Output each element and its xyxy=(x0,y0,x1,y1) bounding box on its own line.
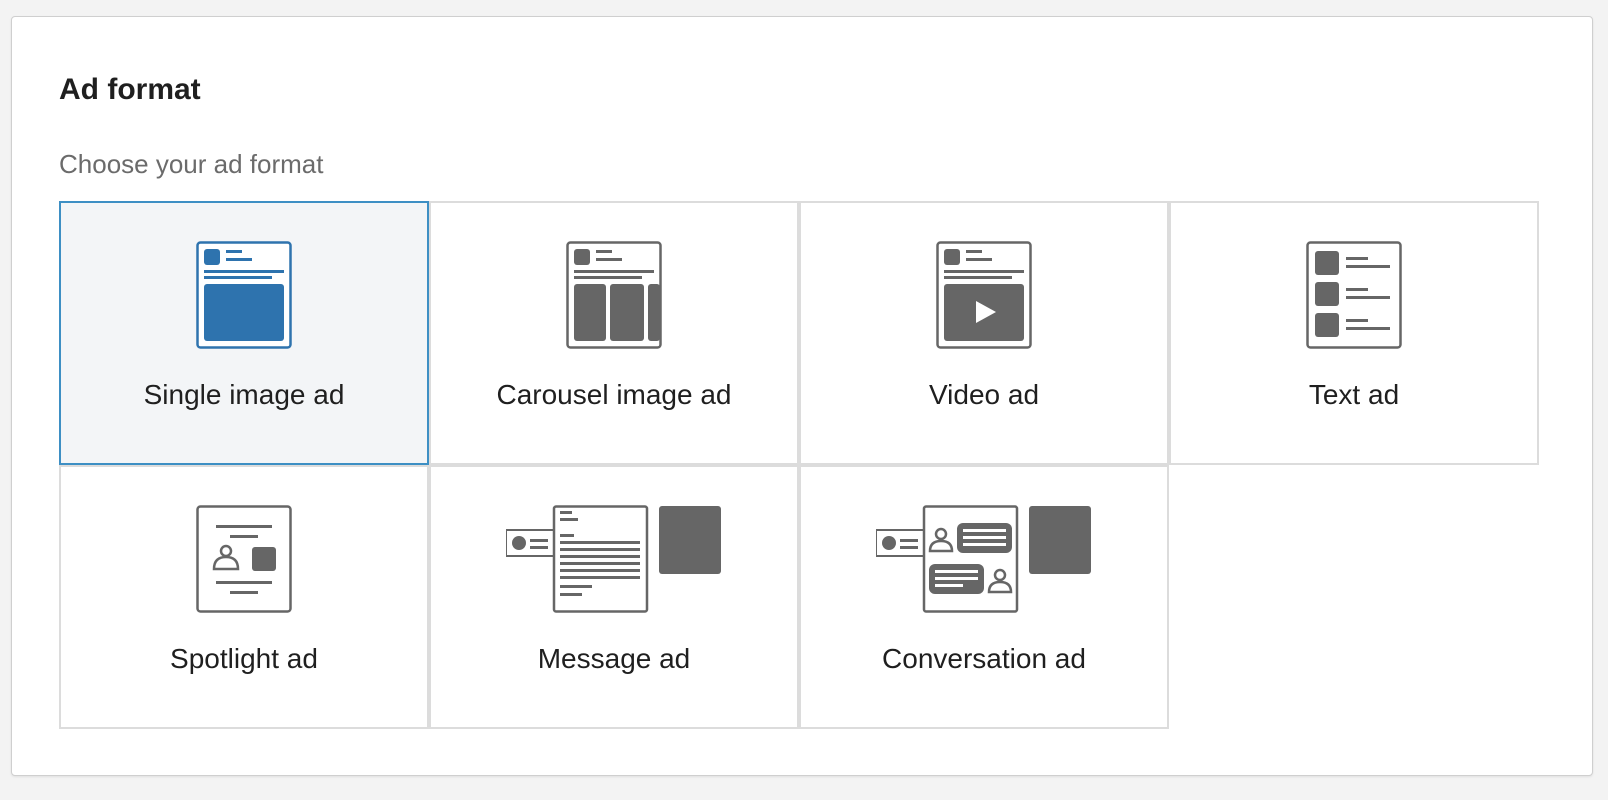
format-label: Text ad xyxy=(1308,379,1400,410)
format-option-single-image[interactable]: Single image ad xyxy=(59,201,429,465)
format-label: Carousel image ad xyxy=(496,379,732,410)
single-image-ad-icon xyxy=(196,241,292,349)
video-ad-icon xyxy=(936,241,1032,349)
message-ad-icon xyxy=(506,505,721,613)
carousel-image-ad-icon xyxy=(566,241,662,349)
section-subtitle: Choose your ad format xyxy=(59,149,324,179)
format-option-spotlight[interactable]: Spotlight ad xyxy=(59,465,429,729)
text-ad-icon xyxy=(1306,241,1402,349)
format-label: Conversation ad xyxy=(882,643,1086,674)
section-title: Ad format xyxy=(59,73,201,106)
format-option-text[interactable]: Text ad xyxy=(1169,201,1539,465)
conversation-ad-icon xyxy=(876,505,1091,613)
format-label: Message ad xyxy=(537,643,691,674)
format-option-video[interactable]: Video ad xyxy=(799,201,1169,465)
format-label: Video ad xyxy=(928,379,1040,410)
spotlight-ad-icon xyxy=(196,505,292,613)
ad-format-grid: Single image ad Carousel image ad Video … xyxy=(59,201,1539,729)
format-option-message[interactable]: Message ad xyxy=(429,465,799,729)
ad-format-card: Ad format Choose your ad format Single i… xyxy=(11,16,1593,776)
format-option-carousel-image[interactable]: Carousel image ad xyxy=(429,201,799,465)
format-label: Single image ad xyxy=(143,379,345,410)
format-label: Spotlight ad xyxy=(170,643,318,674)
format-option-conversation[interactable]: Conversation ad xyxy=(799,465,1169,729)
